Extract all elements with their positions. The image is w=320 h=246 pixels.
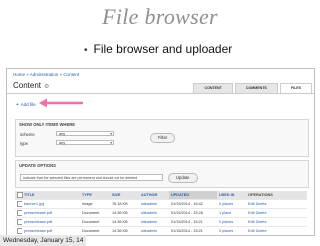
table-row: banner1.jpg Image 76.18 KB siteadmin 01/…: [15, 199, 307, 209]
update-legend: UPDATE OPTIONS: [19, 163, 56, 168]
column-header-title[interactable]: TITLE: [22, 191, 80, 200]
file-usage-link[interactable]: 0 places: [217, 217, 246, 227]
file-size: 14.36 KB: [110, 226, 139, 235]
row-checkbox[interactable]: [15, 208, 22, 218]
column-header-size[interactable]: SIZE: [110, 191, 139, 200]
file-usage-link[interactable]: 0 places: [217, 199, 246, 209]
select-all-checkbox[interactable]: [15, 191, 23, 200]
tab-bar: CONTENT COMMENTS FILES: [193, 83, 312, 93]
column-header-type[interactable]: TYPE: [80, 191, 110, 200]
bullet-dot-icon: •: [84, 45, 88, 56]
file-size: 14.36 KB: [110, 208, 139, 218]
file-author-link[interactable]: siteadmin: [139, 208, 169, 218]
edit-link[interactable]: Edit: [248, 211, 255, 215]
file-size: 14.36 KB: [110, 217, 139, 227]
table-header-row: TITLE TYPE SIZE AUTHOR UPDATED USED IN O…: [15, 191, 307, 200]
file-updated: 01/15/2014 - 16:42: [169, 199, 217, 209]
table-row: pressrelease.pdf Document 14.36 KB sitea…: [15, 226, 307, 235]
edit-link[interactable]: Edit: [248, 220, 255, 224]
files-table: TITLE TYPE SIZE AUTHOR UPDATED USED IN O…: [15, 191, 307, 235]
file-type: Image: [80, 199, 110, 209]
file-type: Document: [80, 217, 110, 227]
type-select[interactable]: any: [56, 140, 114, 146]
delete-link[interactable]: Delete: [256, 220, 267, 224]
slide-date: Wednesday, January 15, 14: [0, 235, 87, 246]
breadcrumb-home[interactable]: Home: [13, 72, 25, 77]
file-updated: 01/15/2014 - 15:21: [169, 226, 217, 235]
add-file-label: Add file: [20, 102, 36, 107]
scheme-label: scheme: [20, 132, 35, 137]
file-type: Document: [80, 226, 110, 235]
delete-link[interactable]: Delete: [256, 211, 267, 215]
file-updated: 01/15/2014 - 15:28: [169, 208, 217, 218]
row-checkbox[interactable]: [15, 217, 22, 227]
drupal-screenshot: Home » Administration » Content Content ⚙…: [6, 68, 315, 236]
filter-button[interactable]: Filter: [150, 133, 176, 143]
delete-link[interactable]: Delete: [256, 202, 267, 206]
file-title-link[interactable]: pressrelease.pdf: [22, 208, 80, 218]
page-title-text: Content: [13, 81, 42, 90]
gear-icon[interactable]: ⚙: [44, 84, 49, 90]
slide-title: File browser: [102, 4, 218, 29]
column-header-operations: OPERATIONS: [246, 191, 307, 200]
add-file-link[interactable]: + Add file: [16, 102, 36, 107]
row-checkbox[interactable]: [15, 226, 22, 235]
file-author-link[interactable]: siteadmin: [139, 199, 169, 209]
breadcrumb-content[interactable]: Content: [63, 72, 79, 77]
slide-bullet-text: File browser and uploader: [93, 42, 233, 56]
operations-cell: Edit Delete: [246, 199, 307, 209]
plus-icon: +: [16, 102, 19, 107]
pink-arrow-icon: [39, 98, 83, 108]
file-author-link[interactable]: siteadmin: [139, 226, 169, 235]
edit-link[interactable]: Edit: [248, 202, 255, 206]
table-row: pressrelease.pdf Document 14.36 KB sitea…: [15, 217, 307, 227]
file-title-link[interactable]: pressrelease.pdf: [22, 226, 80, 235]
operations-cell: Edit Delete: [246, 217, 307, 227]
slide-bullet: • File browser and uploader: [84, 42, 232, 56]
tab-files[interactable]: FILES: [279, 83, 312, 93]
file-title-link[interactable]: pressrelease.pdf: [22, 217, 80, 227]
column-header-updated[interactable]: UPDATED: [169, 191, 217, 200]
update-select[interactable]: Indicate that the selected files are per…: [20, 174, 163, 181]
file-size: 76.18 KB: [110, 199, 139, 209]
file-updated: 01/15/2014 - 15:21: [169, 217, 217, 227]
file-usage-link[interactable]: 1 place: [217, 208, 246, 218]
delete-link[interactable]: Delete: [256, 229, 267, 233]
page-title: Content ⚙: [13, 81, 49, 90]
column-header-author[interactable]: AUTHOR: [139, 191, 169, 200]
file-usage-link[interactable]: 0 places: [217, 226, 246, 235]
tab-comments[interactable]: COMMENTS: [234, 83, 278, 93]
operations-cell: Edit Delete: [246, 226, 307, 235]
edit-link[interactable]: Edit: [248, 229, 255, 233]
update-fieldset: UPDATE OPTIONS Indicate that the selecte…: [15, 160, 309, 188]
filter-legend: SHOW ONLY ITEMS WHERE: [19, 122, 76, 127]
filter-fieldset: SHOW ONLY ITEMS WHERE scheme any type an…: [15, 119, 309, 157]
tab-content[interactable]: CONTENT: [193, 83, 233, 93]
divider: [7, 93, 314, 94]
file-title-link[interactable]: banner1.jpg: [22, 199, 80, 209]
row-checkbox[interactable]: [15, 199, 22, 209]
breadcrumb-admin[interactable]: Administration: [30, 72, 59, 77]
scheme-select[interactable]: any: [56, 131, 114, 137]
breadcrumb: Home » Administration » Content: [13, 72, 80, 77]
file-type: Document: [80, 208, 110, 218]
file-author-link[interactable]: siteadmin: [139, 217, 169, 227]
type-label: type: [20, 141, 28, 146]
update-button[interactable]: Update: [168, 173, 198, 183]
table-row: pressrelease.pdf Document 14.36 KB sitea…: [15, 208, 307, 218]
column-header-used-in[interactable]: USED IN: [217, 191, 246, 200]
operations-cell: Edit Delete: [246, 208, 307, 218]
